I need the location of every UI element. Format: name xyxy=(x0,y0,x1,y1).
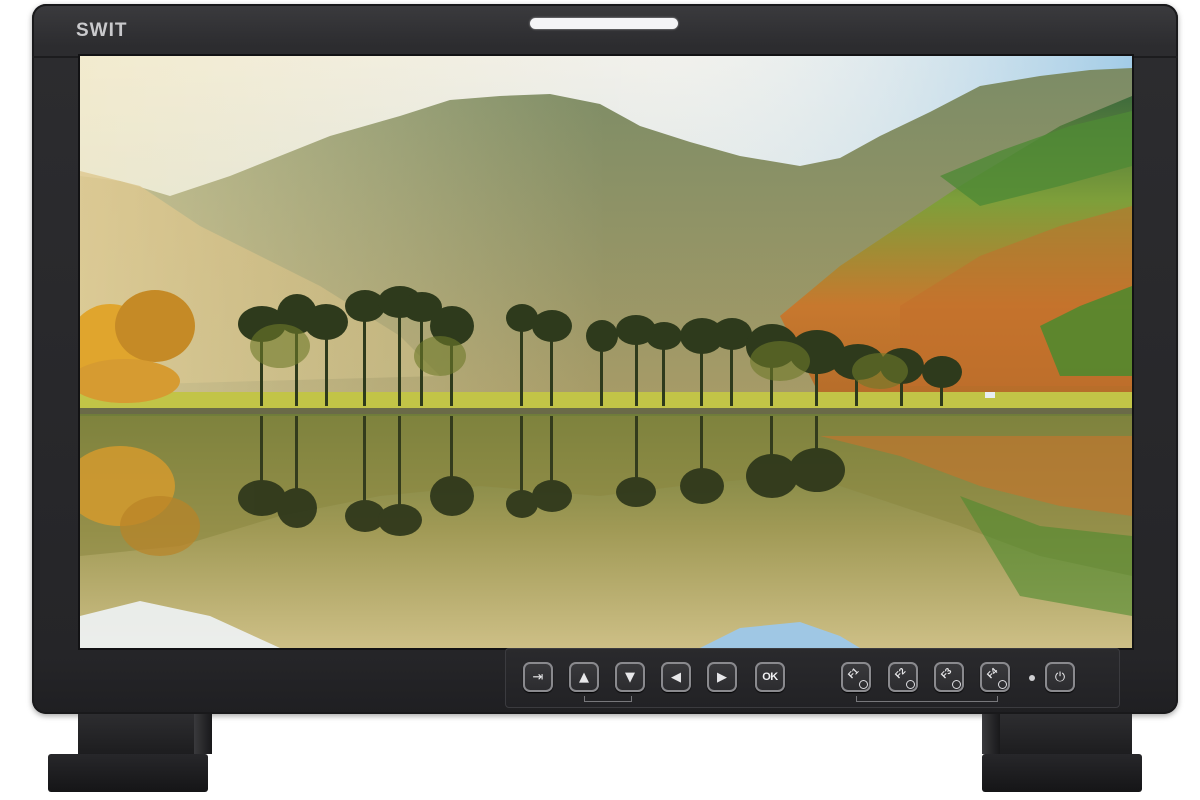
up-down-bracket xyxy=(584,696,632,702)
f3-label: F3 xyxy=(939,665,954,681)
arrow-down-icon: ▼ xyxy=(625,669,635,685)
brand-logo: SWIT xyxy=(76,20,128,41)
f4-label: F4 xyxy=(985,665,1000,681)
monitor-screen xyxy=(80,56,1132,648)
f1-button[interactable]: F1 xyxy=(841,662,871,692)
f3-indicator-icon xyxy=(952,680,961,689)
f2-label: F2 xyxy=(893,665,908,681)
arrow-right-icon: ▶ xyxy=(717,669,727,685)
landscape-image xyxy=(80,56,1132,648)
f2-indicator-icon xyxy=(906,680,915,689)
tally-light xyxy=(530,18,678,29)
arrow-up-icon: ▲ xyxy=(579,669,589,685)
right-button[interactable]: ▶ xyxy=(707,662,737,692)
function-keys-bracket xyxy=(856,696,998,702)
input-select-icon: ⇥ xyxy=(532,669,544,685)
ok-button[interactable]: OK xyxy=(755,662,785,692)
power-icon: ⏻ xyxy=(1054,669,1066,685)
ok-label: OK xyxy=(762,671,778,683)
f3-button[interactable]: F3 xyxy=(934,662,964,692)
left-button[interactable]: ◀ xyxy=(661,662,691,692)
control-panel: ⇥ ▲ ▼ ◀ ▶ OK F1 F2 F3 F4 ⏻ xyxy=(505,648,1120,708)
up-button[interactable]: ▲ xyxy=(569,662,599,692)
input-select-button[interactable]: ⇥ xyxy=(523,662,553,692)
f4-button[interactable]: F4 xyxy=(980,662,1010,692)
power-button[interactable]: ⏻ xyxy=(1045,662,1075,692)
top-bezel: SWIT xyxy=(32,4,1178,58)
arrow-left-icon: ◀ xyxy=(671,669,681,685)
f2-button[interactable]: F2 xyxy=(888,662,918,692)
f4-indicator-icon xyxy=(998,680,1007,689)
f1-indicator-icon xyxy=(859,680,868,689)
monitor-body: SWIT xyxy=(32,4,1178,714)
status-led xyxy=(1029,675,1035,681)
down-button[interactable]: ▼ xyxy=(615,662,645,692)
f1-label: F1 xyxy=(846,665,861,681)
